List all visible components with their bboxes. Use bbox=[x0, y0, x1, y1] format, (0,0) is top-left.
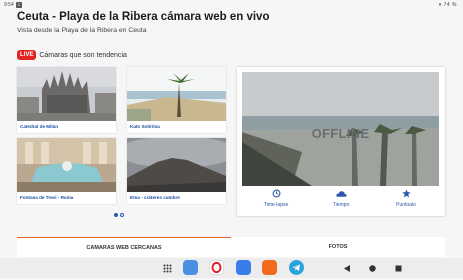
status-bar: 9:54 C ▾ 74 % bbox=[0, 0, 463, 11]
battery-indicator: ▾ 74 % bbox=[439, 2, 457, 8]
page-title: Ceuta - Playa de la Ribera cámara web en… bbox=[17, 11, 270, 23]
app-notification-icon: C bbox=[16, 2, 22, 8]
battery-level: 74 % bbox=[443, 2, 457, 8]
webcam-card-title: Catedral de Milán bbox=[20, 124, 59, 129]
webcam-thumbnail bbox=[127, 67, 226, 121]
tab-nearby-webcams[interactable]: CAMARAS WEB CERCANAS bbox=[17, 237, 231, 257]
system-nav-bar bbox=[0, 258, 463, 278]
weather-button[interactable]: Tiempo bbox=[311, 188, 371, 208]
pager-dot[interactable] bbox=[120, 213, 124, 217]
webcam-thumbnail bbox=[17, 138, 116, 192]
webcam-card-title: Kato Sotiritsa bbox=[130, 124, 160, 129]
webcam-card-etna[interactable]: Etna - cráteres cumbre bbox=[127, 138, 226, 204]
carousel-pager bbox=[114, 213, 124, 217]
content-tabs: CAMARAS WEB CERCANAS FOTOS bbox=[17, 237, 445, 257]
star-icon bbox=[376, 188, 436, 199]
weather-app-icon[interactable] bbox=[183, 260, 198, 275]
page-subtitle: Vista desde la Playa de la Ribera en Ceu… bbox=[17, 27, 147, 34]
webcam-thumbnail bbox=[17, 67, 116, 121]
offline-status: OFFLINE bbox=[311, 126, 370, 141]
tab-label: CAMARAS WEB CERCANAS bbox=[86, 244, 162, 251]
webcam-card-title: Fontana de Trevi - Roma bbox=[20, 195, 74, 200]
wifi-icon: ▾ bbox=[438, 2, 442, 8]
rate-button[interactable]: Puntúalo bbox=[376, 188, 436, 208]
home-button[interactable] bbox=[367, 263, 377, 273]
trending-header: LIVE Cámaras que son tendencia bbox=[17, 50, 127, 60]
timelapse-icon bbox=[246, 188, 306, 199]
weather-icon bbox=[311, 188, 371, 199]
opera-app-icon[interactable] bbox=[209, 260, 224, 275]
gallery-app-icon[interactable] bbox=[236, 260, 251, 275]
webcam-card-title: Etna - cráteres cumbre bbox=[130, 195, 180, 200]
tab-label: FOTOS bbox=[328, 244, 348, 250]
webcam-player-card: OFFLINE Time-lapse Tiempo Puntúalo bbox=[237, 67, 445, 216]
timelapse-button[interactable]: Time-lapse bbox=[246, 188, 306, 208]
webcam-live-image[interactable]: OFFLINE bbox=[242, 72, 439, 186]
back-button[interactable] bbox=[342, 263, 352, 273]
pager-dot-active[interactable] bbox=[114, 213, 118, 217]
webcam-card-trevi[interactable]: Fontana de Trevi - Roma bbox=[17, 138, 116, 204]
recents-button[interactable] bbox=[393, 263, 403, 273]
webcam-thumbnail bbox=[127, 138, 226, 192]
weather-label: Tiempo bbox=[332, 202, 350, 208]
tab-photos[interactable]: FOTOS bbox=[231, 237, 445, 257]
status-time: 9:54 bbox=[4, 2, 14, 8]
app-drawer-icon[interactable] bbox=[162, 263, 172, 273]
timelapse-label: Time-lapse bbox=[263, 202, 289, 208]
player-actions: Time-lapse Tiempo Puntúalo bbox=[237, 188, 445, 214]
live-badge: LIVE bbox=[17, 50, 37, 60]
trending-label: Cámaras que son tendencia bbox=[39, 51, 127, 59]
webcam-card-milan[interactable]: Catedral de Milán bbox=[17, 67, 116, 133]
tiktok-style-app-icon[interactable] bbox=[262, 260, 277, 275]
rate-label: Puntúalo bbox=[396, 202, 416, 208]
webcam-card-kato-sotiritsa[interactable]: Kato Sotiritsa bbox=[127, 67, 226, 133]
telegram-app-icon[interactable] bbox=[289, 260, 304, 275]
